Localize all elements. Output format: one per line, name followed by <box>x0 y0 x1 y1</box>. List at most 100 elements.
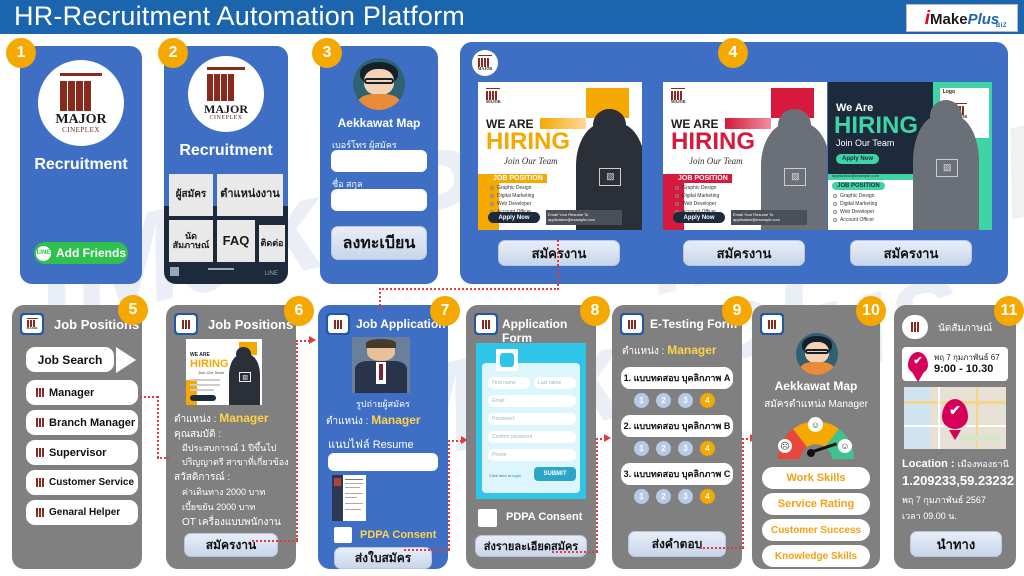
option-2[interactable]: 2 <box>656 489 671 504</box>
job-item-supervisor[interactable]: Supervisor <box>26 440 138 465</box>
position-value: Manager <box>219 411 269 425</box>
question-text: 1. แบบทดสอบ บุคลิกภาพ A <box>621 367 733 389</box>
option-4[interactable]: 4 <box>700 441 715 456</box>
play-arrow-icon <box>116 347 136 373</box>
password-field[interactable]: Password <box>488 413 576 425</box>
sad-face-icon: ☹ <box>778 439 792 453</box>
hiring-card[interactable]: MAJOR WE ARE HIRING Join Our Team JOB PO… <box>663 82 827 230</box>
apply-job-button[interactable]: สมัครงาน <box>498 240 620 266</box>
submit-answers-button[interactable]: ส่งคำตอบ <box>628 531 726 557</box>
position-value: Manager <box>371 413 421 427</box>
form-submit-button[interactable]: SUBMIT <box>534 467 576 481</box>
bullet-icon <box>675 194 679 198</box>
job-item-branch-manager[interactable]: Branch Manager <box>26 410 138 435</box>
phone-input[interactable] <box>331 150 427 172</box>
gauge-hub <box>807 449 815 457</box>
login-link[interactable]: login <box>512 473 520 478</box>
appointment-card[interactable]: ✔ พฤ 7 กุมภาพันธ์ 67 9:00 - 10.30 <box>902 347 1008 381</box>
skill-work-skills[interactable]: Work Skills <box>762 467 870 489</box>
option-1[interactable]: 1 <box>634 441 649 456</box>
first-name-field[interactable]: First name <box>488 377 530 389</box>
connector-arrow-icon <box>309 336 316 344</box>
major-wordmark: MAJOR <box>477 66 493 71</box>
pdpa-checkbox[interactable] <box>478 509 497 527</box>
line-add-friends-button[interactable]: LINE Add Friends <box>34 242 128 264</box>
job-item-manager[interactable]: Manager <box>26 380 138 405</box>
menu-item-interview[interactable]: นัด สัมภาษณ์ <box>169 220 213 262</box>
last-name-field[interactable]: Last name <box>534 377 576 389</box>
apply-job-button[interactable]: สมัครงาน <box>850 240 972 266</box>
major-cineplex-logo <box>30 384 49 401</box>
connector-line <box>296 340 310 342</box>
appointment-time-long: เวลา 09.00 น. <box>902 511 957 521</box>
apply-now-button[interactable]: Apply Now <box>488 212 540 223</box>
signup-form-mock: First name Last name Email Password Conf… <box>476 343 586 499</box>
panel-4-job-carousel: MAJOR MAJOR WE ARE HIRING Join Our Team … <box>460 42 1008 284</box>
hiring-card[interactable]: MAJOR WE ARE HIRING Join Our Team JOB PO… <box>478 82 642 230</box>
app-header: HR-Recruitment Automation Platform <box>0 0 1024 34</box>
skill-service-rating[interactable]: Service Rating <box>762 493 870 515</box>
panel-10-assessment: Aekkawat Map สมัครตำแหน่ง Manager ☺ ☹ ☺ … <box>752 305 880 569</box>
panel-8-application-form: Application Form First name Last name Em… <box>466 305 596 569</box>
screenshot-root: iMakePlus iMakePlus iMakePlus iMakePlus … <box>0 0 1024 576</box>
option-4[interactable]: 4 <box>700 489 715 504</box>
apply-now-button[interactable]: Apply Now <box>673 212 725 223</box>
job-item-label: Supervisor <box>49 446 107 459</box>
skill-customer-success[interactable]: Customer Success <box>762 519 870 541</box>
job-item-customer-service[interactable]: Customer Service <box>26 470 138 495</box>
answer-options[interactable]: 1 2 3 4 <box>634 441 715 456</box>
apply-job-button[interactable]: สมัครงาน <box>683 240 805 266</box>
answer-options[interactable]: 1 2 3 4 <box>634 393 715 408</box>
job-list-item: Graphic Design <box>833 193 874 199</box>
major-wordmark: MAJOR <box>26 326 38 330</box>
answer-options[interactable]: 1 2 3 4 <box>634 489 715 504</box>
phone-field[interactable]: Phone <box>488 449 576 461</box>
option-4[interactable]: 4 <box>700 393 715 408</box>
navigate-button[interactable]: นำทาง <box>910 531 1002 557</box>
hiring-label: HIRING <box>190 358 229 370</box>
avatar <box>796 333 838 375</box>
major-cineplex-logo <box>174 313 198 335</box>
line-icon: LINE <box>35 245 51 261</box>
hiring-card[interactable]: Logo MAJOR We Are HIRING Join Our Team A… <box>828 82 992 230</box>
applied-position-subtitle: สมัครตำแหน่ง Manager <box>764 399 868 410</box>
option-3[interactable]: 3 <box>678 393 693 408</box>
skill-knowledge-skills[interactable]: Knowledge Skills <box>762 545 870 567</box>
job-item-general-helper[interactable]: Genaral Helper <box>26 500 138 525</box>
hiring-label: HIRING <box>834 112 918 139</box>
panel-title: Application Form <box>502 317 568 345</box>
menu-item-faq[interactable]: FAQ <box>217 220 255 262</box>
panel-title: นัดสัมภาษณ์ <box>938 323 993 334</box>
submit-details-button[interactable]: ส่งรายละเอียดสมัคร <box>475 535 587 557</box>
option-1[interactable]: 1 <box>634 393 649 408</box>
apply-job-button[interactable]: สมัครงาน <box>184 533 278 557</box>
register-button[interactable]: ลงทะเบียน <box>331 226 427 260</box>
apply-now-button[interactable]: Apply Now <box>836 154 879 164</box>
major-cineplex-logo: MAJOR CINEPLEX <box>188 56 264 132</box>
email-field[interactable]: Email <box>488 395 576 407</box>
coordinates: 1.209233,59.23232 <box>902 473 1015 488</box>
menu-item-contact[interactable]: ติดต่อ <box>259 225 285 262</box>
menu-item-applicant[interactable]: ผู้สมัคร <box>169 174 213 216</box>
bullet-icon <box>833 202 837 206</box>
job-list-item: Web Developer <box>675 201 716 207</box>
connector-line <box>700 547 744 549</box>
option-3[interactable]: 3 <box>678 489 693 504</box>
panel-5-job-positions: MAJOR Job Positions Job Search Manager B… <box>12 305 142 569</box>
pdpa-checkbox[interactable] <box>334 527 352 543</box>
job-list-item: Digital Marketing <box>490 193 534 199</box>
menu-item-positions[interactable]: ตำแหน่งงาน <box>217 174 283 216</box>
option-2[interactable]: 2 <box>656 441 671 456</box>
option-2[interactable]: 2 <box>656 393 671 408</box>
fullname-input[interactable] <box>331 189 427 211</box>
resume-file-input[interactable] <box>328 453 438 471</box>
confirm-password-field[interactable]: Confirm password <box>488 431 576 443</box>
map-thumbnail[interactable]: ✔ <box>904 387 1006 449</box>
option-3[interactable]: 3 <box>678 441 693 456</box>
step-badge-3: 3 <box>312 38 342 68</box>
option-1[interactable]: 1 <box>634 489 649 504</box>
step-badge-9: 9 <box>722 296 752 326</box>
job-search-button[interactable]: Job Search <box>26 347 114 372</box>
job-position-label: JOB POSITION <box>832 182 885 190</box>
connector-line <box>448 440 450 550</box>
